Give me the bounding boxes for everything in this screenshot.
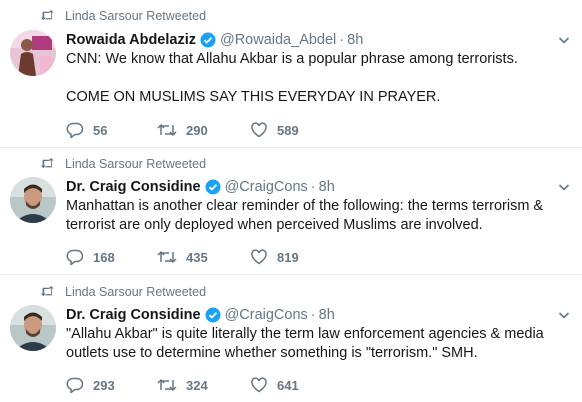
retweet-context-label: Linda Sarsour Retweeted — [65, 157, 207, 171]
heart-icon — [251, 122, 267, 138]
retweet-icon — [40, 10, 54, 21]
separator-dot: · — [339, 32, 345, 48]
tweet-paragraph: Manhattan is another clear reminder of t… — [66, 198, 544, 233]
chevron-down-icon[interactable] — [558, 181, 570, 193]
retweet-context-label: Linda Sarsour Retweeted — [65, 9, 207, 23]
reply-button[interactable]: 168 — [66, 249, 119, 265]
chevron-down-icon[interactable] — [558, 34, 570, 46]
reply-count: 293 — [93, 377, 115, 393]
separator-dot: · — [310, 307, 316, 323]
retweet-context: Linda Sarsour Retweeted — [40, 8, 206, 24]
retweet-context: Linda Sarsour Retweeted — [40, 156, 206, 172]
author-handle[interactable]: @CraigCons — [225, 307, 308, 323]
retweet-button[interactable]: 435 — [157, 249, 212, 265]
retweet-context-label: Linda Sarsour Retweeted — [65, 285, 207, 299]
tweet-header: Dr. Craig Considine @CraigCons · 8h — [66, 177, 335, 197]
tweet-time[interactable]: 8h — [319, 179, 335, 195]
avatar[interactable] — [10, 30, 56, 76]
reply-icon — [66, 377, 84, 393]
retweet-icon — [40, 286, 54, 297]
tweet-text: CNN: We know that Allahu Akbar is a popu… — [66, 50, 566, 107]
verified-badge-icon — [205, 307, 221, 323]
tweet-time[interactable]: 8h — [319, 307, 335, 323]
retweet-context: Linda Sarsour Retweeted — [40, 284, 206, 300]
verified-badge-icon — [200, 32, 216, 48]
reply-button[interactable]: 56 — [66, 122, 119, 138]
like-button[interactable]: 589 — [250, 122, 303, 138]
heart-icon — [251, 249, 267, 265]
tweet-2[interactable]: Linda Sarsour Retweeted Dr. Craig Consid… — [0, 148, 582, 275]
retweet-icon — [157, 250, 177, 264]
retweet-count: 290 — [186, 122, 208, 138]
avatar-photo-pink — [10, 30, 56, 76]
author-name[interactable]: Dr. Craig Considine — [66, 307, 201, 323]
avatar-photo-man — [10, 177, 56, 223]
tweet-paragraph: COME ON MUSLIMS SAY THIS EVERYDAY IN PRA… — [66, 89, 441, 105]
retweet-icon — [40, 158, 54, 169]
author-name[interactable]: Dr. Craig Considine — [66, 179, 201, 195]
like-count: 641 — [277, 377, 299, 393]
tweet-3[interactable]: Linda Sarsour Retweeted Dr. Craig Consid… — [0, 275, 582, 402]
reply-icon — [66, 249, 84, 265]
tweet-1[interactable]: Linda Sarsour Retweeted Rowaida Abdelazi… — [0, 0, 582, 148]
like-count: 819 — [277, 249, 299, 265]
author-handle[interactable]: @Rowaida_Abdel — [220, 32, 336, 48]
tweet-text: "Allahu Akbar" is quite literally the te… — [66, 325, 566, 363]
retweet-button[interactable]: 324 — [157, 377, 212, 393]
tweet-paragraph: "Allahu Akbar" is quite literally the te… — [66, 326, 544, 361]
reply-icon — [66, 122, 84, 138]
separator-dot: · — [310, 179, 316, 195]
tweet-actions: 293 324 641 — [66, 375, 341, 395]
tweet-text: Manhattan is another clear reminder of t… — [66, 197, 566, 235]
verified-badge-icon — [205, 179, 221, 195]
retweet-count: 435 — [186, 249, 208, 265]
retweet-button[interactable]: 290 — [157, 122, 212, 138]
tweet-paragraph: CNN: We know that Allahu Akbar is a popu… — [66, 51, 518, 67]
reply-count: 168 — [93, 249, 115, 265]
tweet-header: Dr. Craig Considine @CraigCons · 8h — [66, 305, 335, 325]
avatar[interactable] — [10, 177, 56, 223]
retweet-icon — [157, 378, 177, 392]
tweet-actions: 168 435 819 — [66, 247, 341, 267]
like-button[interactable]: 641 — [250, 377, 303, 393]
tweet-header: Rowaida Abdelaziz @Rowaida_Abdel · 8h — [66, 30, 363, 50]
like-count: 589 — [277, 122, 299, 138]
like-button[interactable]: 819 — [250, 249, 303, 265]
tweet-feed: Linda Sarsour Retweeted Rowaida Abdelazi… — [0, 0, 582, 402]
tweet-time[interactable]: 8h — [347, 32, 363, 48]
retweet-icon — [157, 123, 177, 137]
avatar-photo-man — [10, 305, 56, 351]
author-handle[interactable]: @CraigCons — [225, 179, 308, 195]
heart-icon — [251, 377, 267, 393]
tweet-actions: 56 290 589 — [66, 120, 341, 140]
author-name[interactable]: Rowaida Abdelaziz — [66, 32, 196, 48]
chevron-down-icon[interactable] — [558, 309, 570, 321]
reply-button[interactable]: 293 — [66, 377, 119, 393]
avatar[interactable] — [10, 305, 56, 351]
retweet-count: 324 — [186, 377, 208, 393]
reply-count: 56 — [93, 122, 108, 138]
